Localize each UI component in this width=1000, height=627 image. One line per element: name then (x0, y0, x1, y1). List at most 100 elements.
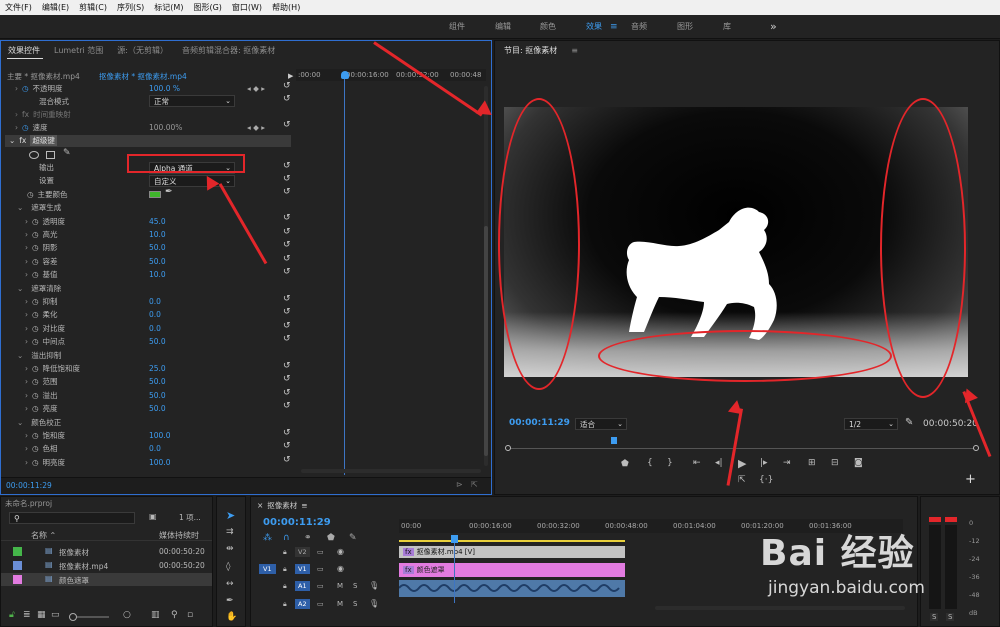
vertical-scrollbar[interactable] (484, 86, 488, 466)
ellipse-mask-icon[interactable] (29, 151, 39, 159)
sync-lock-icon[interactable]: ▭ (317, 548, 324, 556)
clip-indicator-left[interactable] (929, 517, 941, 522)
hand-tool-icon[interactable]: ✋ (226, 612, 237, 622)
reset-icon[interactable]: ↺ (283, 428, 291, 438)
lift-icon[interactable]: ⊞ (808, 458, 816, 468)
lock-icon[interactable]: 🔒︎ (283, 600, 287, 609)
reset-icon[interactable]: ↺ (283, 441, 291, 451)
clip-v2[interactable]: fx 抠像素材.mp4 [V] (399, 546, 625, 558)
workspace-assembly[interactable]: 组件 (449, 15, 465, 39)
work-area-bar[interactable] (399, 540, 625, 542)
label-color-swatch[interactable] (13, 561, 22, 570)
track-target[interactable]: V1 (295, 564, 310, 574)
param-row[interactable]: › ◷ 阴影 (25, 241, 58, 254)
lock-icon[interactable]: 🔒︎ (283, 582, 287, 591)
go-to-out-icon[interactable]: ⇥ (783, 458, 791, 468)
extract-icon[interactable]: ⊟ (831, 458, 839, 468)
param-value[interactable]: 100.0 (149, 456, 170, 469)
sync-lock-icon[interactable]: ▭ (317, 565, 324, 573)
reset-icon[interactable]: ↺ (283, 174, 291, 184)
source-patch-v1[interactable]: V1 (259, 564, 276, 574)
param-group-header[interactable]: ⌄ 颜色校正 (17, 415, 61, 428)
solo-button[interactable]: S (353, 600, 357, 608)
clip-v1[interactable]: fx 颜色遮罩 (399, 563, 625, 577)
rect-mask-icon[interactable] (46, 151, 55, 159)
zoom-slider[interactable] (69, 613, 109, 621)
param-value[interactable]: 25.0 (149, 362, 166, 375)
workspace-editing[interactable]: 编辑 (495, 15, 511, 39)
stopwatch-icon[interactable]: ◷ (32, 243, 39, 252)
ripple-edit-icon[interactable]: ⇹ (226, 544, 234, 554)
mini-timeline-ruler[interactable]: :00:00 00:00:16:00 00:00:32:00 00:00:48 (296, 69, 486, 81)
nest-icon[interactable]: ⁂ (263, 533, 272, 543)
tab-lumetri-scopes[interactable]: Lumetri 范围 (47, 45, 110, 56)
stopwatch-icon[interactable]: ◷ (32, 458, 39, 467)
reset-icon[interactable]: ↺ (283, 213, 291, 223)
label-color-swatch[interactable] (13, 575, 22, 584)
mark-in-icon[interactable]: { (647, 458, 653, 468)
source-patch-a1[interactable] (259, 581, 267, 583)
step-forward-icon[interactable]: |▸ (760, 458, 768, 468)
stopwatch-icon[interactable]: ◷ (32, 270, 39, 279)
marker-icon[interactable]: ⬟ (327, 533, 335, 543)
timeline-timecode[interactable]: 00:00:11:29 (263, 517, 331, 528)
menu-edit[interactable]: 编辑(E) (37, 2, 74, 13)
param-row[interactable]: › ◷ 降低饱和度 (25, 362, 80, 375)
razor-tool-icon[interactable]: ◊ (226, 562, 230, 572)
timeline-playhead[interactable] (451, 535, 458, 543)
mute-button[interactable]: M (337, 582, 343, 590)
tab-source[interactable]: 源:（无剪辑） (110, 45, 175, 56)
workspace-menu-icon[interactable]: ≡ (610, 15, 618, 39)
param-value[interactable]: 100.0 (149, 429, 170, 442)
reset-icon[interactable]: ↺ (283, 240, 291, 250)
key-color-swatch[interactable] (149, 191, 161, 198)
opacity-value[interactable]: 100.0 % (149, 82, 180, 95)
reset-icon[interactable]: ↺ (283, 374, 291, 384)
automate-icon[interactable]: ▥ (151, 610, 160, 620)
workspace-libraries[interactable]: 库 (723, 15, 731, 39)
param-value[interactable]: 50.0 (149, 255, 166, 268)
stopwatch-icon[interactable]: ◷ (32, 431, 39, 440)
resolution-select[interactable]: 1/2 ⌄ (844, 418, 898, 430)
stopwatch-icon[interactable]: ◷ (32, 297, 39, 306)
program-scrub-bar[interactable] (509, 448, 977, 449)
stopwatch-icon[interactable]: ◷ (32, 217, 39, 226)
selection-tool-icon[interactable]: ➤ (226, 509, 235, 522)
opacity-row[interactable]: › ◷ 不透明度 (15, 82, 63, 95)
track-target[interactable]: A2 (295, 599, 310, 609)
param-value[interactable]: 50.0 (149, 389, 166, 402)
toggle-output-icon[interactable]: ◉ (337, 564, 344, 573)
solo-left-button[interactable]: S (930, 613, 939, 621)
param-row[interactable]: › ◷ 亮度 (25, 402, 58, 415)
column-duration[interactable]: 媒体持续时 (159, 530, 199, 541)
timeline-tab[interactable]: × 抠像素材 ≡ (257, 499, 308, 512)
reset-icon[interactable]: ↺ (283, 361, 291, 371)
keyframe-nav-icon[interactable]: ◂ ◆ ▸ (247, 121, 265, 134)
project-search-input[interactable]: ⚲ (9, 512, 135, 524)
freeform-view-icon[interactable]: ▭ (51, 610, 60, 620)
comparison-icon[interactable]: {·} (759, 475, 773, 485)
reset-icon[interactable]: ↺ (283, 94, 291, 104)
microphone-icon[interactable]: 🎙︎ (369, 599, 379, 608)
export-frame-icon[interactable]: ⇱ (738, 475, 746, 485)
blend-mode-select[interactable]: 正常 ⌄ (149, 95, 235, 107)
list-view-icon[interactable]: ≣ (23, 610, 31, 620)
param-group-header[interactable]: ⌄ 溢出抑制 (17, 348, 61, 361)
param-row[interactable]: › ◷ 范围 (25, 375, 58, 388)
lock-icon[interactable]: 🔓︎ (9, 610, 15, 620)
tab-program[interactable]: 节目: 抠像素材 (495, 45, 564, 56)
wrench-icon[interactable]: ✎ (905, 417, 913, 428)
solo-right-button[interactable]: S (946, 613, 955, 621)
slip-tool-icon[interactable]: ↔ (226, 579, 234, 589)
timeline-ruler[interactable]: 00:00 00:00:16:00 00:00:32:00 00:00:48:00 00… (399, 519, 903, 533)
keyframe-area[interactable] (296, 81, 486, 475)
lock-icon[interactable]: 🔒︎ (283, 565, 287, 574)
stopwatch-icon[interactable]: ◷ (32, 404, 39, 413)
menu-graphics[interactable]: 图形(G) (188, 2, 226, 13)
reset-icon[interactable]: ↺ (283, 401, 291, 411)
param-row[interactable]: › ◷ 明亮度 (25, 456, 65, 469)
param-group-header[interactable]: ⌄ 遮罩生成 (17, 201, 61, 214)
filter-icon[interactable]: ⊳ (456, 480, 463, 489)
param-value[interactable]: 0.0 (149, 442, 161, 455)
track-target[interactable]: A1 (295, 581, 310, 591)
